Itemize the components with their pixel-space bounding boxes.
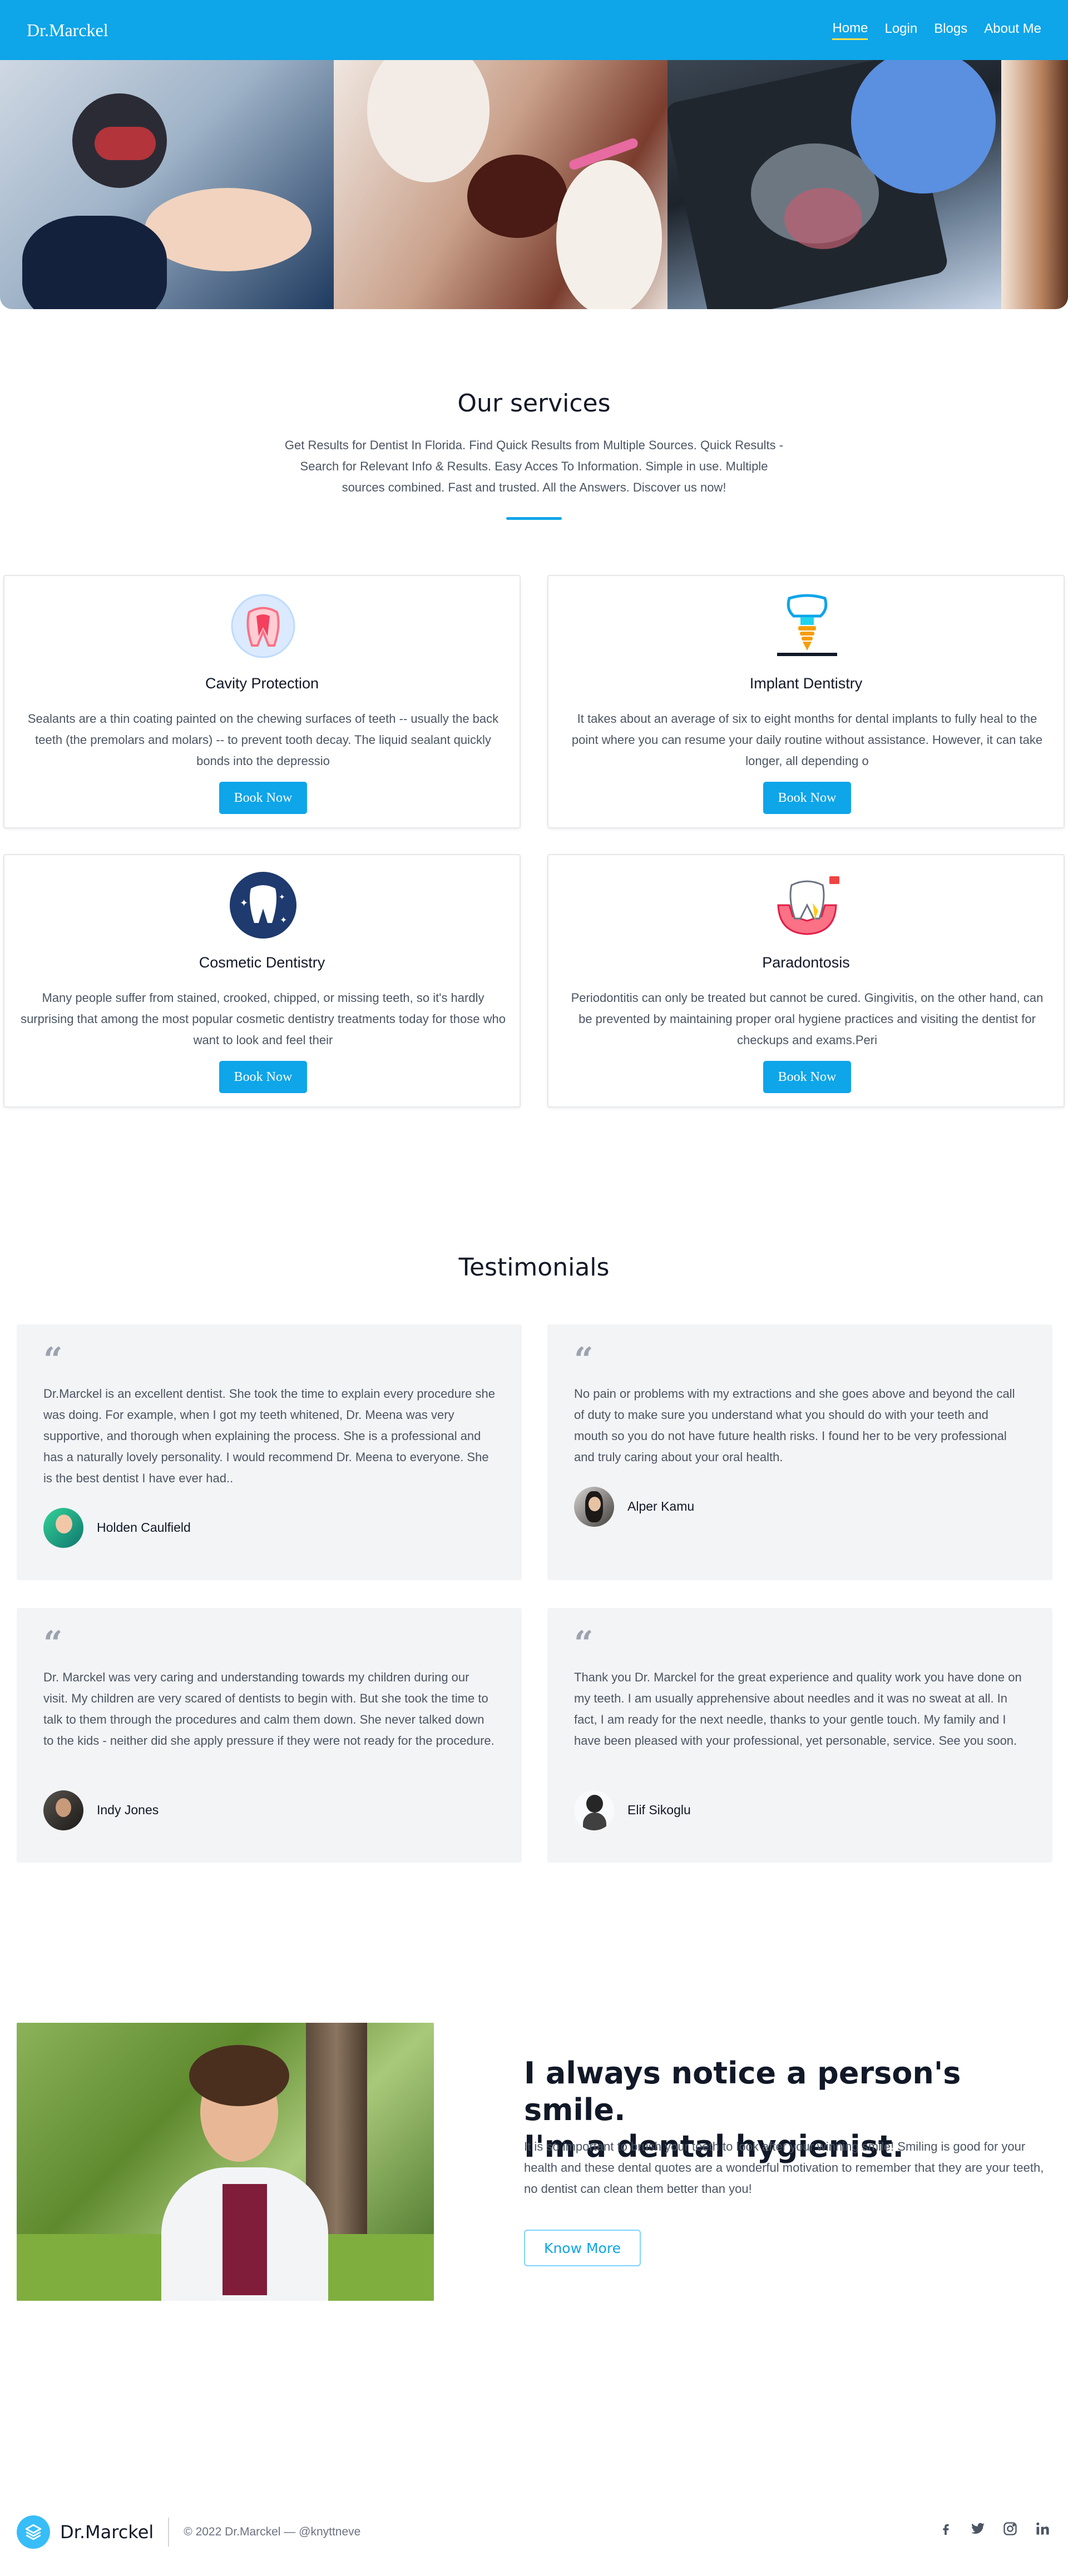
book-now-button[interactable]: Book Now — [219, 1061, 307, 1093]
dentist-at-work-image — [0, 60, 334, 309]
avatar — [43, 1790, 83, 1830]
svg-text:✦: ✦ — [240, 897, 248, 909]
tooth-cross-section-icon — [230, 593, 296, 659]
facebook-icon[interactable] — [937, 2520, 955, 2538]
book-now-button[interactable]: Book Now — [763, 1061, 851, 1093]
footer-copyright: © 2022 Dr.Marckel — @knyttneve — [184, 2525, 361, 2538]
service-title: Cosmetic Dentistry — [199, 954, 325, 971]
testimonial-card: “ Dr. Marckel was very caring and unders… — [17, 1608, 522, 1863]
services-description: Get Results for Dentist In Florida. Find… — [284, 438, 784, 494]
social-links — [937, 2520, 1051, 2538]
nav-blogs-link[interactable]: Blogs — [934, 21, 967, 39]
avatar — [574, 1487, 614, 1527]
quote-icon: “ — [574, 1341, 594, 1379]
testimonial-card: “ Thank you Dr. Marckel for the great ex… — [547, 1608, 1052, 1863]
quote-icon: “ — [43, 1624, 63, 1663]
testimonial-text: No pain or problems with my extractions … — [574, 1387, 1015, 1464]
service-text: Periodontitis can only be treated but ca… — [571, 991, 1044, 1047]
service-text: Many people suffer from stained, crooked… — [21, 991, 506, 1047]
footer: Dr.Marckel © 2022 Dr.Marckel — @knyttnev… — [0, 2508, 1068, 2557]
testimonial-author: Alper Kamu — [627, 1499, 695, 1513]
service-title: Cavity Protection — [205, 675, 319, 692]
testimonials-title: Testimonials — [458, 1253, 610, 1282]
linkedin-icon[interactable] — [1034, 2520, 1051, 2538]
book-now-button[interactable]: Book Now — [763, 782, 851, 814]
gum-disease-tooth-icon — [774, 872, 840, 939]
service-title: Paradontosis — [762, 954, 850, 971]
quote-icon: “ — [43, 1341, 63, 1379]
testimonial-text: Thank you Dr. Marckel for the great expe… — [574, 1670, 1022, 1748]
service-card-cavity: Cavity Protection Sealants are a thin co… — [3, 575, 521, 828]
testimonial-card: “ No pain or problems with my extraction… — [547, 1324, 1052, 1580]
testimonial-card: “ Dr.Marckel is an excellent dentist. Sh… — [17, 1324, 522, 1580]
avatar — [574, 1790, 614, 1830]
dental-implant-icon — [774, 593, 840, 659]
nav-login-link[interactable]: Login — [884, 21, 917, 39]
service-text: It takes about an average of six to eigh… — [571, 712, 1043, 768]
twitter-icon[interactable] — [969, 2520, 987, 2538]
know-more-button[interactable]: Know More — [524, 2230, 641, 2266]
dental-xray-tablet-image — [668, 60, 1001, 309]
svg-text:✦: ✦ — [280, 915, 287, 925]
avatar — [43, 1508, 83, 1548]
book-now-button[interactable]: Book Now — [219, 782, 307, 814]
instagram-icon[interactable] — [1001, 2520, 1019, 2538]
services-title: Our services — [457, 389, 611, 418]
service-card-implant: Implant Dentistry It takes about an aver… — [547, 575, 1065, 828]
dental-exam-image — [334, 60, 668, 309]
section-divider — [506, 517, 562, 520]
quote-icon: “ — [574, 1624, 594, 1663]
nav-links: Home Login Blogs About Me — [832, 21, 1041, 40]
nav-home-link[interactable]: Home — [832, 21, 868, 40]
testimonial-text: Dr. Marckel was very caring and understa… — [43, 1670, 495, 1748]
footer-brand[interactable]: Dr.Marckel — [60, 2522, 154, 2543]
smile-text: It is so important to brush your teeth t… — [524, 2140, 1044, 2196]
footer-divider — [168, 2518, 170, 2547]
sparkling-tooth-icon: ✦ ✦ ✦ — [230, 872, 296, 939]
smiling-woman-image — [1001, 60, 1068, 309]
service-card-cosmetic: ✦ ✦ ✦ Cosmetic Dentistry Many people suf… — [3, 854, 521, 1108]
svg-text:✦: ✦ — [279, 893, 285, 902]
stack-logo-icon[interactable] — [17, 2515, 50, 2549]
dental-hygienist-photo — [17, 2023, 434, 2301]
testimonial-text: Dr.Marckel is an excellent dentist. She … — [43, 1387, 495, 1485]
service-title: Implant Dentistry — [749, 675, 863, 692]
nav-about-link[interactable]: About Me — [984, 21, 1041, 39]
testimonial-author: Holden Caulfield — [97, 1520, 191, 1535]
testimonial-author: Indy Jones — [97, 1803, 159, 1817]
navbar: Dr.Marckel Home Login Blogs About Me — [0, 0, 1068, 60]
hero-collage — [0, 60, 1068, 309]
service-card-paradontosis: Paradontosis Periodontitis can only be t… — [547, 854, 1065, 1108]
brand-logo[interactable]: Dr.Marckel — [27, 20, 108, 41]
testimonial-author: Elif Sikoglu — [627, 1803, 691, 1817]
smile-heading-line1: I always notice a person's smile. — [524, 2056, 961, 2127]
service-text: Sealants are a thin coating painted on t… — [27, 712, 499, 768]
